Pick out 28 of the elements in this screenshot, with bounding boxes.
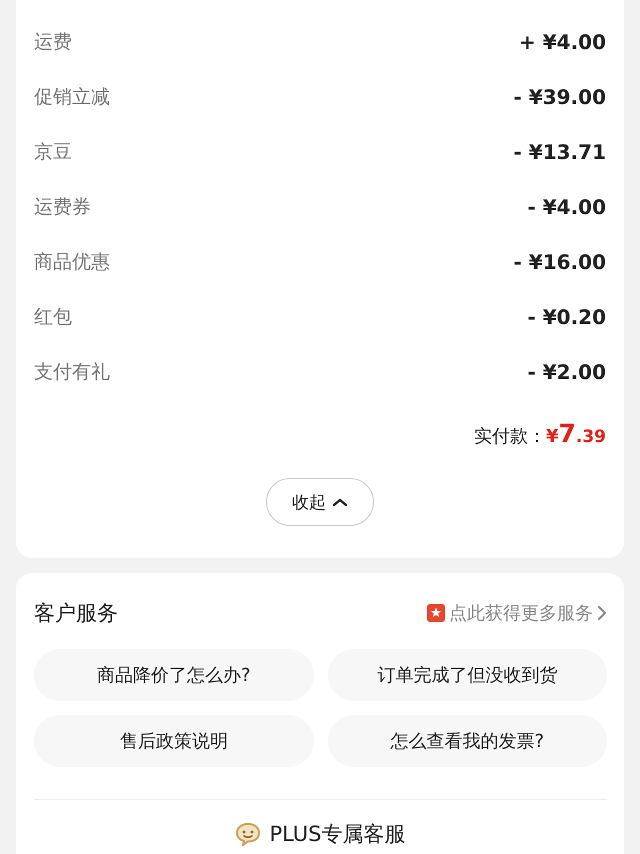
- fee-label: 红包: [34, 304, 72, 330]
- fee-label: 支付有礼: [34, 360, 110, 384]
- chevron-right-icon: [597, 605, 607, 621]
- fee-label: 促销立减: [34, 84, 110, 110]
- collapse-button[interactable]: 收起: [266, 478, 374, 526]
- question-button[interactable]: 商品降价了怎么办?: [34, 649, 314, 701]
- plus-service-link[interactable]: PLUS专属客服: [269, 820, 406, 848]
- fee-amount: - ¥39.00: [514, 84, 606, 108]
- total-label: 实付款：: [474, 425, 546, 448]
- fee-label: 商品优惠: [34, 250, 110, 274]
- fee-amount: - ¥4.00: [527, 194, 606, 218]
- fee-amount: - ¥13.71: [514, 140, 606, 164]
- question-button[interactable]: 怎么查看我的发票?: [328, 715, 607, 767]
- fee-amount: - ¥2.00: [527, 360, 606, 384]
- total-amount: ¥7.39: [546, 419, 606, 448]
- section-title: 客户服务: [34, 600, 118, 627]
- star-badge-icon: [427, 604, 445, 622]
- fee-amount: - ¥16.00: [514, 250, 606, 274]
- fee-amount: - ¥0.20: [527, 304, 606, 328]
- fee-amount: + ¥4.00: [519, 30, 606, 54]
- more-services-link[interactable]: 点此获得更多服务: [427, 601, 607, 625]
- fee-label: 京豆: [34, 140, 72, 164]
- chevron-up-icon: [332, 497, 348, 507]
- chat-face-icon: [235, 822, 262, 846]
- question-button[interactable]: 订单完成了但没收到货: [328, 649, 607, 701]
- fee-label: 运费券: [34, 194, 91, 220]
- fee-label: 运费: [34, 30, 72, 54]
- question-button[interactable]: 售后政策说明: [34, 715, 314, 767]
